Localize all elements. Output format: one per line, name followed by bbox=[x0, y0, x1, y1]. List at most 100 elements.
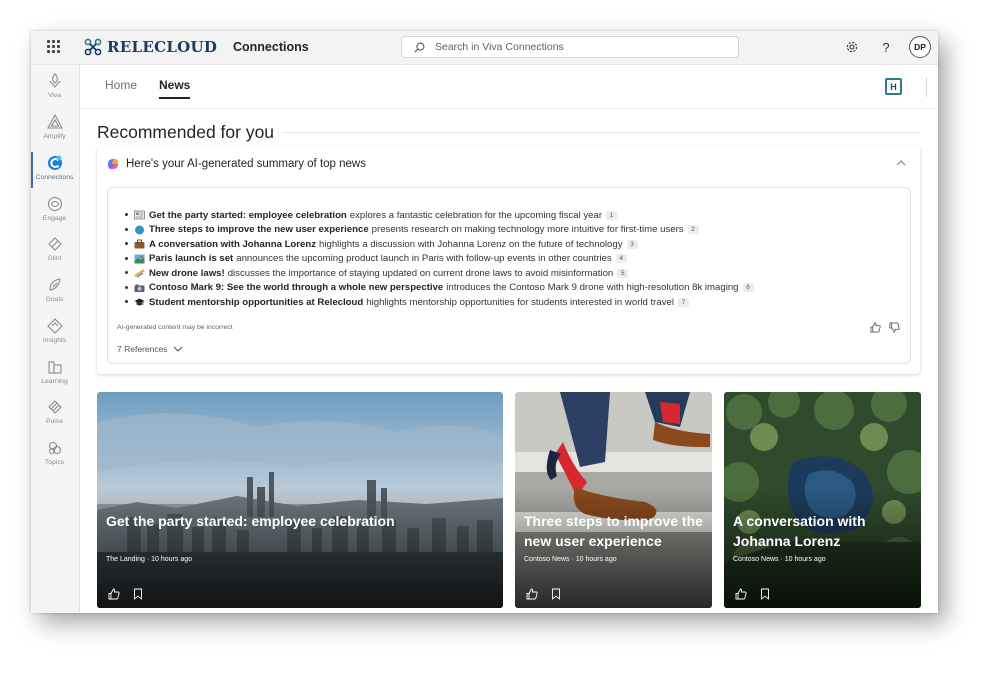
news-card[interactable]: A conversation with Johanna Lorenz Conto… bbox=[724, 392, 921, 608]
rail-item-engage[interactable]: Engage bbox=[31, 193, 78, 231]
list-item: Paris launch is set announces the upcomi… bbox=[125, 252, 754, 267]
copilot-icon bbox=[108, 159, 118, 169]
rail-item-pulse[interactable]: Pulse bbox=[31, 396, 78, 434]
reference-badge[interactable]: 1 bbox=[606, 210, 618, 220]
rail-item-glint[interactable]: Glint bbox=[31, 233, 78, 271]
card-actions bbox=[108, 587, 156, 600]
search-box[interactable] bbox=[401, 36, 739, 58]
insights-icon bbox=[46, 318, 63, 334]
tab-home[interactable]: Home bbox=[105, 78, 137, 92]
rail-item-viva[interactable]: Viva bbox=[31, 70, 78, 108]
rail-item-learning[interactable]: Learning bbox=[31, 356, 78, 394]
news-card[interactable]: Get the party started: employee celebrat… bbox=[97, 392, 503, 608]
ai-disclaimer: AI-generated content may be incorrect bbox=[117, 324, 233, 331]
relecloud-logo-icon bbox=[84, 38, 102, 56]
rail-label: Topics bbox=[44, 459, 65, 466]
summary-header: Here's your AI-generated summary of top … bbox=[106, 157, 366, 171]
bookmark-icon[interactable] bbox=[132, 587, 144, 600]
list-item: Get the party started: employee celebrat… bbox=[125, 208, 754, 223]
reference-badge[interactable]: 6 bbox=[742, 283, 754, 293]
news-title[interactable]: A conversation with Johanna Lorenz bbox=[733, 511, 918, 551]
help-question-icon[interactable]: ? bbox=[878, 39, 894, 55]
brand-logo[interactable]: RELECLOUD bbox=[84, 38, 217, 56]
summary-link[interactable]: A conversation with Johanna Lorenz bbox=[149, 239, 316, 250]
bookmark-icon[interactable] bbox=[759, 587, 771, 600]
user-avatar[interactable]: DP bbox=[909, 36, 931, 58]
reference-badge[interactable]: 4 bbox=[615, 254, 627, 264]
rail-label: Insights bbox=[42, 337, 67, 344]
summary-heading: Here's your AI-generated summary of top … bbox=[126, 158, 366, 170]
chevron-down-icon bbox=[173, 346, 182, 352]
summary-link[interactable]: Paris launch is set bbox=[149, 253, 233, 264]
card-actions bbox=[526, 587, 574, 600]
thumbs-down-icon[interactable] bbox=[889, 322, 900, 333]
sub-navigation: Home News H bbox=[80, 65, 938, 109]
list-item: Three steps to improve the new user expe… bbox=[125, 223, 754, 238]
like-icon[interactable] bbox=[526, 587, 538, 600]
list-item: New drone laws! discusses the importance… bbox=[125, 266, 754, 281]
rail-item-connections[interactable]: Connections bbox=[31, 152, 78, 190]
news-card[interactable]: Three steps to improve the new user expe… bbox=[515, 392, 712, 608]
summary-text: highlights a discussion with Johanna Lor… bbox=[319, 238, 623, 250]
news-title[interactable]: Three steps to improve the new user expe… bbox=[524, 511, 709, 551]
search-input[interactable] bbox=[433, 40, 717, 54]
news-meta: Contoso News · 10 hours ago bbox=[524, 556, 617, 563]
tab-news[interactable]: News bbox=[159, 78, 191, 99]
like-icon[interactable] bbox=[735, 587, 747, 600]
references-toggle[interactable]: 7 References bbox=[117, 344, 184, 354]
summary-list: Get the party started: employee celebrat… bbox=[125, 208, 754, 310]
list-item: Contoso Mark 9: See the world through a … bbox=[125, 281, 754, 296]
rail-item-insights[interactable]: Insights bbox=[31, 315, 78, 353]
like-icon[interactable] bbox=[108, 587, 120, 600]
summary-link[interactable]: Contoso Mark 9: See the world through a … bbox=[149, 282, 443, 293]
chevron-up-icon[interactable] bbox=[895, 158, 907, 168]
top-bar: RELECLOUD Connections ? DP bbox=[31, 31, 938, 65]
summary-link[interactable]: Student mentorship opportunities at Rele… bbox=[149, 297, 363, 308]
summary-text: discusses the importance of staying upda… bbox=[227, 267, 614, 279]
app-rail: Viva Amplify Connections Engage Glint Go… bbox=[31, 65, 80, 613]
rail-label: Goals bbox=[45, 296, 64, 303]
bookmark-icon[interactable] bbox=[550, 587, 562, 600]
summary-content: Get the party started: employee celebrat… bbox=[107, 187, 911, 364]
app-window: RELECLOUD Connections ? DP Viva bbox=[31, 31, 938, 613]
search-icon bbox=[414, 42, 425, 53]
list-item: A conversation with Johanna Lorenz highl… bbox=[125, 237, 754, 252]
list-item: Student mentorship opportunities at Rele… bbox=[125, 295, 754, 310]
news-title[interactable]: Get the party started: employee celebrat… bbox=[106, 511, 496, 531]
summary-link[interactable]: Get the party started: employee celebrat… bbox=[149, 210, 347, 221]
reference-badge[interactable]: 7 bbox=[677, 297, 689, 307]
card-actions bbox=[735, 587, 783, 600]
globe-icon bbox=[134, 225, 145, 235]
settings-gear-icon[interactable] bbox=[844, 39, 860, 55]
thumbs-up-icon[interactable] bbox=[870, 322, 881, 333]
summary-text: explores a fantastic celebration for the… bbox=[349, 209, 603, 221]
h-app-icon[interactable]: H bbox=[885, 78, 902, 95]
summary-link[interactable]: New drone laws! bbox=[149, 268, 225, 279]
rail-item-topics[interactable]: Topics bbox=[31, 437, 78, 475]
engage-icon bbox=[47, 196, 62, 212]
drone-icon bbox=[134, 268, 145, 278]
reference-badge[interactable]: 3 bbox=[626, 239, 638, 249]
rail-item-goals[interactable]: Goals bbox=[31, 274, 78, 312]
amplify-icon bbox=[46, 113, 63, 129]
rail-label: Glint bbox=[47, 255, 62, 262]
references-label: 7 References bbox=[117, 344, 168, 354]
reference-badge[interactable]: 2 bbox=[687, 225, 699, 235]
news-meta: The Landing · 10 hours ago bbox=[106, 556, 193, 563]
reference-badge[interactable]: 5 bbox=[617, 268, 629, 278]
topics-icon bbox=[48, 441, 61, 455]
rail-label: Viva bbox=[47, 92, 62, 99]
glint-icon bbox=[47, 237, 62, 251]
summary-link[interactable]: Three steps to improve the new user expe… bbox=[149, 224, 369, 235]
rail-label: Amplify bbox=[43, 133, 66, 140]
viva-icon bbox=[49, 73, 60, 88]
rail-item-amplify[interactable]: Amplify bbox=[31, 111, 78, 149]
rail-label: Learning bbox=[41, 378, 68, 385]
section-title: Recommended for you bbox=[97, 122, 275, 142]
summary-text: highlights mentorship opportunities for … bbox=[366, 296, 674, 308]
ai-summary-card: Here's your AI-generated summary of top … bbox=[97, 146, 920, 374]
divider bbox=[284, 132, 920, 133]
waffle-icon[interactable] bbox=[47, 40, 61, 54]
app-title: Connections bbox=[233, 40, 309, 54]
brand-name: RELECLOUD bbox=[107, 38, 218, 56]
